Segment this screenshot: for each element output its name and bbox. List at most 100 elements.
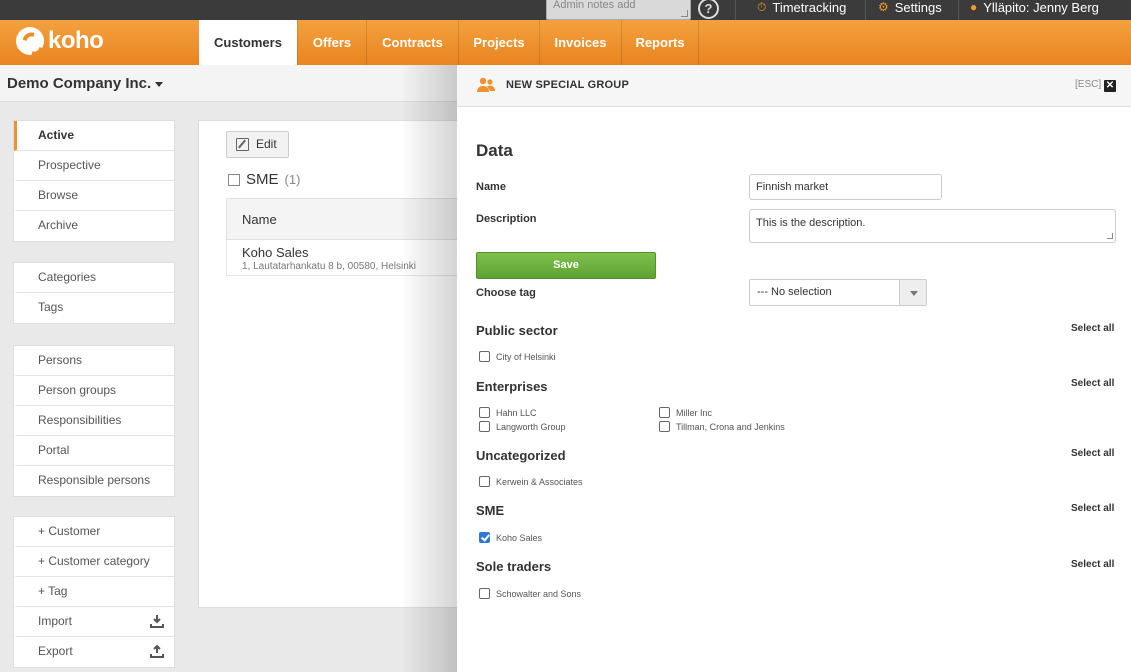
checkbox[interactable]	[659, 407, 670, 418]
caret-down-icon	[155, 82, 163, 87]
logo-text: koho	[48, 27, 104, 54]
sidebar-item-persons[interactable]: Persons	[14, 346, 174, 376]
sidebar-item-archive[interactable]: Archive	[14, 211, 174, 241]
group-title-enterprises: Enterprises	[476, 379, 548, 394]
settings-label: Settings	[894, 0, 942, 15]
edit-icon	[236, 138, 249, 151]
checkbox[interactable]	[479, 407, 490, 418]
tab-customers[interactable]: Customers	[199, 20, 297, 65]
tab-reports[interactable]: Reports	[621, 20, 699, 65]
company-selector[interactable]: Demo Company Inc.	[0, 65, 460, 102]
sidebar-item-tags[interactable]: Tags	[14, 293, 174, 323]
tab-offers[interactable]: Offers	[297, 20, 366, 65]
checkbox-checked[interactable]	[479, 532, 490, 543]
checkbox-label: Hahn LLC	[496, 407, 537, 418]
sidebar-item-browse[interactable]: Browse	[14, 181, 174, 211]
select-all-sme[interactable]: Select all	[1071, 503, 1114, 514]
group-title-sme: SME	[476, 503, 505, 518]
checkbox[interactable]	[479, 351, 490, 362]
checkbox-label: Langworth Group	[496, 421, 566, 432]
timer-icon: ⏱	[757, 0, 767, 14]
tab-invoices[interactable]: Invoices	[539, 20, 621, 65]
settings-link[interactable]: ⚙ Settings	[878, 0, 942, 20]
sidebar-item-import[interactable]: Import	[14, 607, 174, 637]
checkbox-tillman-crona-jenkins[interactable]: Tillman, Crona and Jenkins	[659, 421, 785, 432]
sidebar-item-export[interactable]: Export	[14, 637, 174, 667]
koho-logo[interactable]: koho	[16, 27, 104, 55]
checkbox-label: Kerwein & Associates	[496, 476, 583, 487]
checkbox-label: City of Helsinki	[496, 351, 556, 362]
sidebar-item-add-tag[interactable]: + Tag	[14, 577, 174, 607]
sidebar-item-person-groups[interactable]: Person groups	[14, 376, 174, 406]
top-bar: Admin notes add ? ⏱ Timetracking ⚙ Setti…	[0, 0, 1131, 20]
checkbox-langworth-group[interactable]: Langworth Group	[479, 421, 566, 432]
help-icon[interactable]: ?	[698, 0, 719, 19]
sidebar-item-portal[interactable]: Portal	[14, 436, 174, 466]
checkbox[interactable]	[479, 588, 490, 599]
group-name: SME	[246, 171, 279, 188]
checkbox-city-of-helsinki[interactable]: City of Helsinki	[479, 351, 556, 362]
group-title: SME (1)	[228, 171, 300, 188]
checkbox-schowalter-and-sons[interactable]: Schowalter and Sons	[479, 588, 581, 599]
divider	[865, 0, 866, 20]
group-icon	[228, 173, 240, 186]
divider	[735, 0, 736, 20]
sidebar-group-actions: + Customer + Customer category + Tag Imp…	[13, 516, 175, 668]
checkbox-koho-sales[interactable]: Koho Sales	[479, 532, 542, 543]
tab-contracts[interactable]: Contracts	[366, 20, 458, 65]
modal-title: NEW SPECIAL GROUP	[506, 79, 629, 91]
checkbox-kerwein-associates[interactable]: Kerwein & Associates	[479, 476, 583, 487]
choose-tag-select[interactable]: --- No selection	[749, 279, 927, 306]
sidebar-group-persons: Persons Person groups Responsibilities P…	[13, 345, 175, 497]
select-all-sole-traders[interactable]: Select all	[1071, 559, 1114, 570]
select-all-enterprises[interactable]: Select all	[1071, 378, 1114, 389]
choose-tag-label: Choose tag	[476, 287, 536, 299]
checkbox-label: Miller Inc	[676, 407, 713, 418]
user-icon: ●	[970, 0, 978, 14]
description-textarea[interactable]: This is the description.	[749, 209, 1116, 243]
edit-label: Edit	[256, 137, 277, 151]
checkbox[interactable]	[479, 476, 490, 487]
select-all-public-sector[interactable]: Select all	[1071, 323, 1114, 334]
choose-tag-value: --- No selection	[757, 286, 832, 298]
sidebar-item-prospective[interactable]: Prospective	[14, 151, 174, 181]
esc-hint: [ESC]	[1075, 79, 1102, 90]
sidebar-item-categories[interactable]: Categories	[14, 263, 174, 293]
sidebar-item-responsibilities[interactable]: Responsibilities	[14, 406, 174, 436]
checkbox-miller-inc[interactable]: Miller Inc	[659, 407, 712, 418]
company-name: Demo Company Inc.	[7, 75, 152, 92]
sidebar-item-add-customer[interactable]: + Customer	[14, 517, 174, 547]
checkbox[interactable]	[479, 421, 490, 432]
checkbox[interactable]	[659, 421, 670, 432]
checkbox-hahn-llc[interactable]: Hahn LLC	[479, 407, 537, 418]
koho-logo-icon	[16, 27, 44, 55]
name-label: Name	[476, 181, 506, 193]
group-title-public-sector: Public sector	[476, 323, 558, 338]
resize-handle-icon[interactable]	[1107, 233, 1113, 239]
tab-projects[interactable]: Projects	[458, 20, 539, 65]
sidebar-item-responsible-persons[interactable]: Responsible persons	[14, 466, 174, 496]
export-label: Export	[38, 644, 73, 658]
section-title-data: Data	[476, 141, 513, 160]
admin-notes-input[interactable]: Admin notes add	[546, 0, 691, 20]
edit-button[interactable]: Edit	[226, 131, 289, 158]
select-all-uncategorized[interactable]: Select all	[1071, 448, 1114, 459]
group-count: (1)	[284, 172, 301, 187]
users-icon	[477, 77, 495, 92]
checkbox-label: Tillman, Crona and Jenkins	[676, 421, 785, 432]
user-label: Ylläpito: Jenny Berg	[983, 0, 1099, 15]
sidebar-item-add-customer-category[interactable]: + Customer category	[14, 547, 174, 577]
name-input[interactable]	[749, 174, 942, 200]
gear-icon: ⚙	[878, 0, 889, 14]
import-label: Import	[38, 614, 73, 628]
group-title-uncategorized: Uncategorized	[476, 448, 566, 463]
divider	[958, 0, 959, 20]
sidebar-group-taxonomy: Categories Tags	[13, 262, 175, 324]
download-icon	[150, 615, 164, 628]
timetracking-link[interactable]: ⏱ Timetracking	[757, 0, 846, 20]
sidebar-group-status: Active Prospective Browse Archive	[13, 120, 175, 242]
user-menu[interactable]: ● Ylläpito: Jenny Berg	[970, 0, 1099, 20]
sidebar-item-active[interactable]: Active	[14, 121, 174, 151]
save-button[interactable]: Save	[476, 252, 656, 279]
close-icon[interactable]: ✕	[1104, 80, 1116, 92]
